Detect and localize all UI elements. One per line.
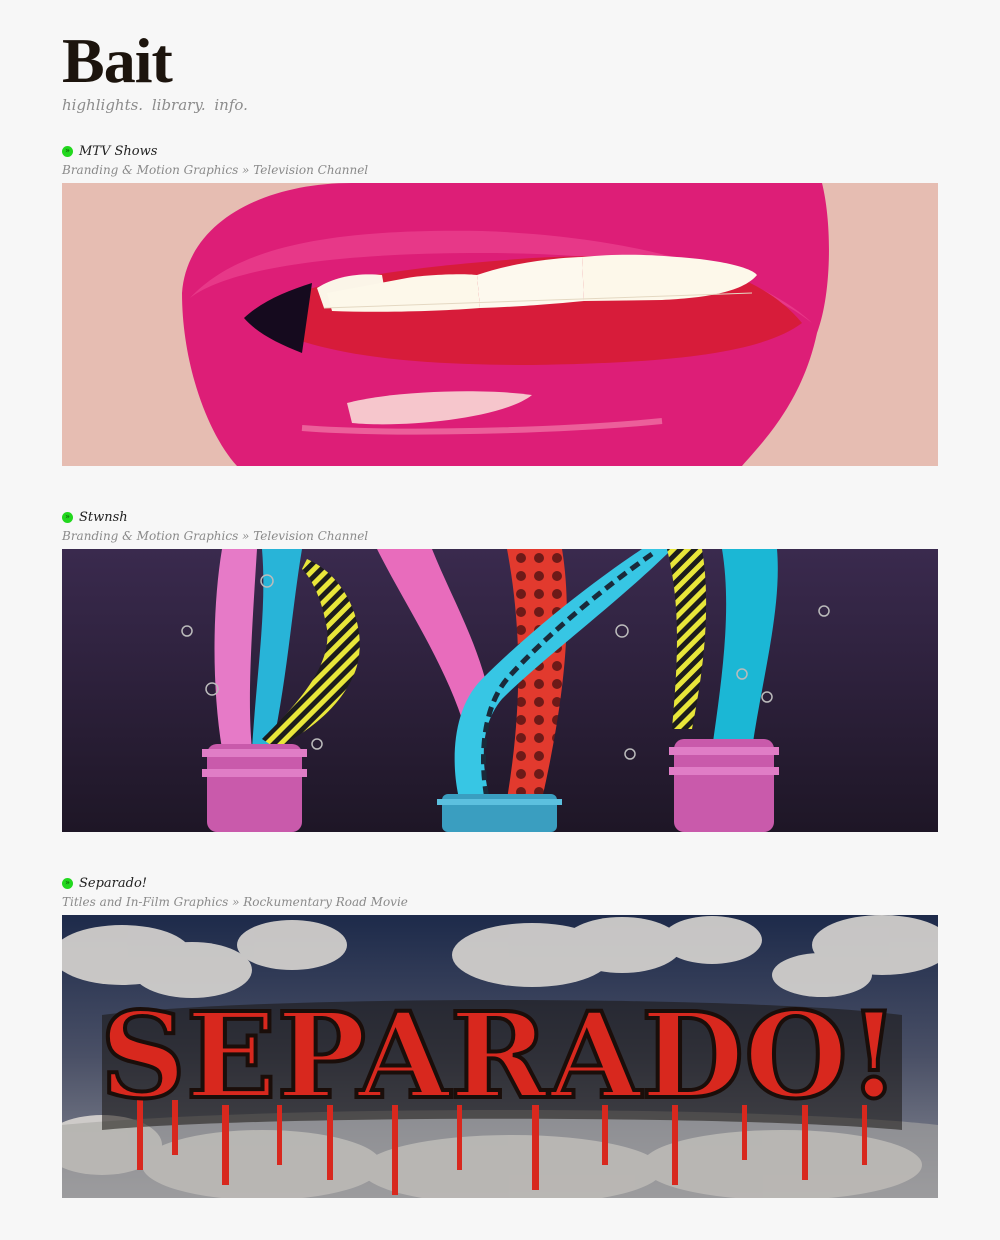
project-subtitle: Titles and In-Film Graphics » Rockumenta… (62, 895, 408, 909)
arrow-bullet-icon: » (62, 877, 73, 889)
project-mtv-shows: » MTV Shows Branding & Motion Graphics »… (62, 143, 938, 466)
arrow-bullet-icon: » (62, 511, 73, 523)
project-subtitle: Branding & Motion Graphics » Television … (62, 163, 369, 177)
project-title[interactable]: Stwnsh (79, 510, 128, 525)
nav-highlights[interactable]: highlights. (62, 96, 143, 114)
project-banner-image[interactable] (62, 183, 938, 466)
project-banner-image[interactable]: SEPARADO! (62, 915, 938, 1198)
project-title-row[interactable]: » Separado! (62, 875, 938, 891)
project-banner-image[interactable] (62, 549, 938, 832)
project-subtitle: Branding & Motion Graphics » Television … (62, 529, 369, 543)
main-nav: highlights. library. info. (62, 96, 252, 114)
project-title-row[interactable]: » Stwnsh (62, 509, 938, 525)
arrow-bullet-icon: » (62, 145, 73, 157)
project-separado: » Separado! Titles and In-Film Graphics … (62, 875, 938, 1198)
nav-info[interactable]: info. (214, 96, 248, 114)
separado-title-art: SEPARADO! (100, 986, 900, 1125)
site-logo[interactable]: Bait (62, 28, 252, 94)
project-title[interactable]: Separado! (79, 876, 147, 891)
project-title-row[interactable]: » MTV Shows (62, 143, 938, 159)
site-header: Bait highlights. library. info. (62, 28, 252, 115)
nav-library[interactable]: library. (152, 96, 206, 114)
project-title[interactable]: MTV Shows (79, 144, 157, 159)
project-stwnsh: » Stwnsh Branding & Motion Graphics » Te… (62, 509, 938, 832)
